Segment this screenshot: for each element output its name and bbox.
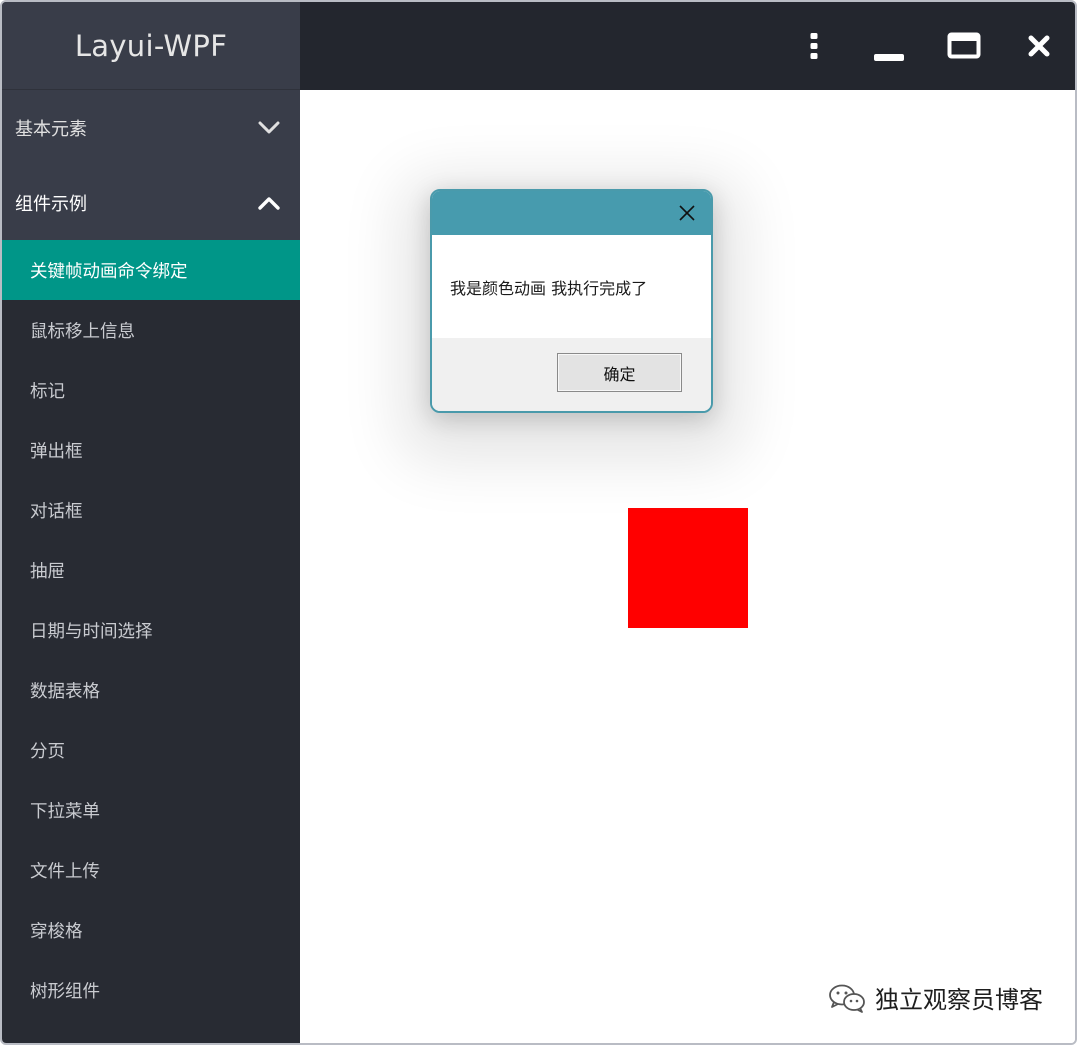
chevron-down-icon	[256, 115, 282, 141]
sidebar-item-dropdown-menu[interactable]: 下拉菜单	[2, 780, 300, 840]
sidebar-item-label: 抽屉	[30, 561, 65, 582]
sidebar-item-tree[interactable]: 树形组件	[2, 960, 300, 1020]
sidebar-item-drawer[interactable]: 抽屉	[2, 540, 300, 600]
sidebar-group-component-examples[interactable]: 组件示例	[2, 165, 300, 240]
sidebar-item-label: 树形组件	[30, 981, 100, 1002]
sidebar-item-tooltip[interactable]: 鼠标移上信息	[2, 300, 300, 360]
sidebar-item-data-table[interactable]: 数据表格	[2, 660, 300, 720]
maximize-icon[interactable]	[944, 26, 984, 66]
sidebar-item-keyframe-animation[interactable]: 关键帧动画命令绑定	[2, 240, 300, 300]
app-brand: Layui-WPF	[2, 2, 300, 90]
sidebar-item-label: 下拉菜单	[30, 801, 100, 822]
watermark-text: 独立观察员博客	[875, 986, 1043, 1014]
sidebar-group-label: 基本元素	[15, 118, 87, 140]
sidebar-item-label: 关键帧动画命令绑定	[30, 261, 188, 282]
sidebar-item-pagination[interactable]: 分页	[2, 720, 300, 780]
animated-square	[628, 508, 748, 628]
dialog-header	[432, 191, 711, 235]
wechat-icon	[829, 984, 865, 1013]
sidebar-item-label: 弹出框	[30, 441, 83, 462]
chevron-up-icon	[256, 190, 282, 216]
sidebar-item-badge[interactable]: 标记	[2, 360, 300, 420]
sidebar-item-popup[interactable]: 弹出框	[2, 420, 300, 480]
sidebar-item-label: 分页	[30, 741, 65, 762]
sidebar-item-label: 文件上传	[30, 861, 100, 882]
sidebar-item-label: 标记	[30, 381, 65, 402]
sidebar-item-label: 对话框	[30, 501, 83, 522]
sidebar-item-datetime-picker[interactable]: 日期与时间选择	[2, 600, 300, 660]
dialog-close-icon[interactable]	[677, 203, 697, 223]
dialog-body: 我是颜色动画 我执行完成了	[432, 235, 711, 338]
title-bar	[300, 2, 1075, 90]
sidebar-group-label: 组件示例	[15, 193, 87, 215]
ok-button[interactable]: 确定	[557, 353, 682, 392]
close-icon[interactable]	[1019, 26, 1059, 66]
message-dialog: 我是颜色动画 我执行完成了 确定	[430, 189, 713, 413]
dialog-footer: 确定	[432, 338, 711, 411]
sidebar-item-label: 日期与时间选择	[30, 621, 153, 642]
app-title: Layui-WPF	[74, 28, 228, 63]
watermark: 独立观察员博客	[827, 980, 1043, 1015]
more-icon[interactable]	[794, 26, 834, 66]
sidebar-item-dialog[interactable]: 对话框	[2, 480, 300, 540]
sidebar-item-label: 鼠标移上信息	[30, 321, 135, 342]
main-content: 我是颜色动画 我执行完成了 确定 独立观察员博客	[300, 90, 1075, 1043]
sidebar-item-label: 穿梭格	[30, 921, 83, 942]
dialog-message: 我是颜色动画 我执行完成了	[450, 278, 648, 298]
minimize-icon[interactable]	[869, 26, 909, 66]
sidebar: Layui-WPF 基本元素 组件示例 关键帧动画命令绑定 鼠标移上信息 标记 …	[2, 2, 300, 1043]
sidebar-item-file-upload[interactable]: 文件上传	[2, 840, 300, 900]
sidebar-item-label: 数据表格	[30, 681, 100, 702]
sidebar-group-basic-elements[interactable]: 基本元素	[2, 90, 300, 165]
app-window: Layui-WPF 基本元素 组件示例 关键帧动画命令绑定 鼠标移上信息 标记 …	[0, 0, 1077, 1045]
sidebar-item-transfer[interactable]: 穿梭格	[2, 900, 300, 960]
